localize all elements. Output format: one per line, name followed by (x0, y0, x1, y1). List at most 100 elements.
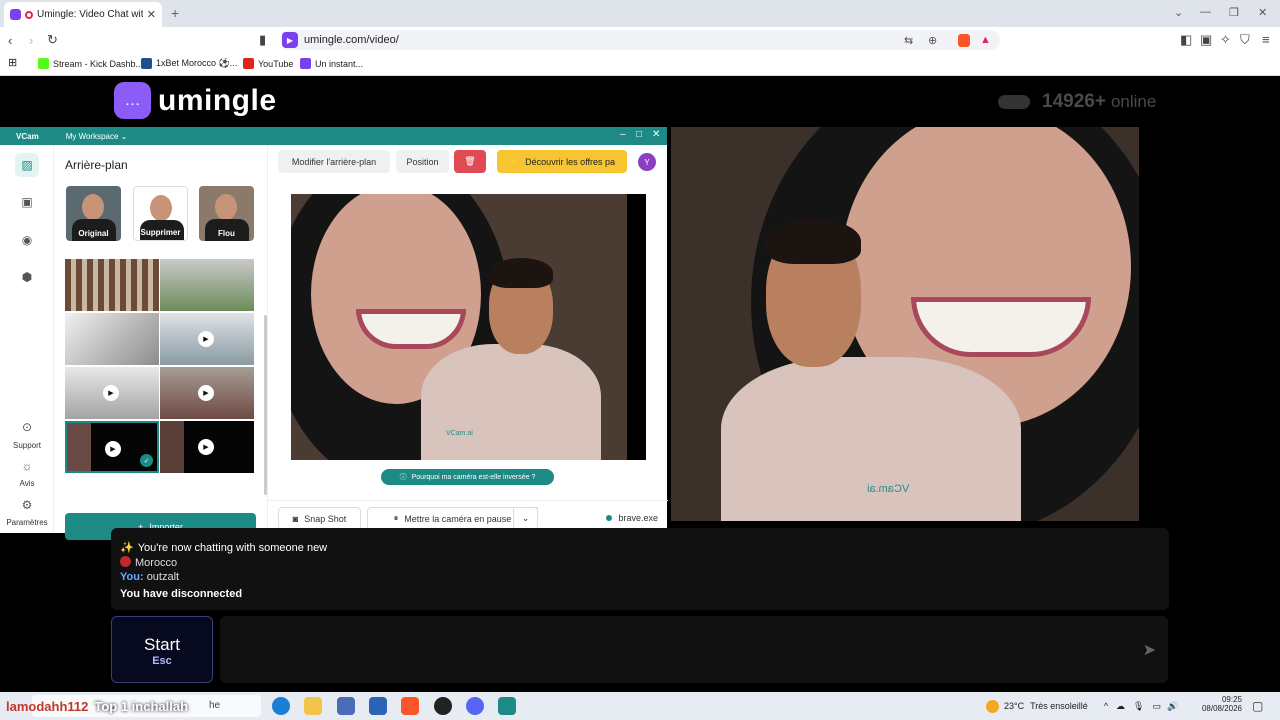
vpn-icon[interactable]: ⛉ (1240, 32, 1250, 48)
brave-taskbar-icon[interactable] (401, 697, 419, 715)
camera-icon: ◙ (292, 513, 299, 524)
wallet-icon[interactable]: ▣ (1200, 32, 1212, 48)
zoom-icon[interactable]: ⊕ (928, 34, 937, 47)
send-icon[interactable]: ➤ (1143, 640, 1156, 660)
tray-chevron-icon[interactable]: ^ (1104, 701, 1108, 711)
video-background-thumb[interactable]: ▶ (160, 313, 254, 365)
start-button[interactable]: Start Esc (111, 616, 213, 683)
mail-icon[interactable] (369, 697, 387, 715)
vcam-main: Modifier l'arrière-plan Position 🗑 ⚡ Déco… (267, 145, 668, 533)
notifications-icon[interactable]: ▢ (1252, 699, 1263, 713)
snapshot-label: Snap Shot (304, 513, 347, 524)
gear-icon[interactable]: ⚙ (15, 497, 39, 513)
vcam-sidebar: ▨ ▣ ◉ ⬢ ⊙ Support ☼ Avis ⚙ Paramètres (0, 145, 54, 533)
option-supprimer[interactable]: Supprimer (133, 186, 188, 241)
browser-tab[interactable]: Umingle: Video Chat with Str ✕ (4, 2, 162, 27)
play-icon: ▶ (105, 441, 121, 457)
background-thumb[interactable] (65, 259, 159, 311)
user-avatar[interactable]: Y (638, 153, 656, 171)
vcam-watermark: VCam.ai (446, 430, 473, 437)
remote-scene: VCam.ai (671, 127, 1139, 521)
vcam-window: VCam My Workspace ⌄ – □ ✕ ▨ ▣ ◉ ⬢ ⊙ Supp… (0, 127, 668, 540)
bookmark-kick[interactable]: Stream - Kick Dashb... (38, 58, 143, 69)
reload-icon[interactable]: ↻ (47, 32, 58, 48)
background-thumb[interactable] (65, 313, 159, 365)
clock[interactable]: 09:25 08/08/2026 (1200, 695, 1242, 713)
camera-tab-icon[interactable]: ◉ (15, 228, 39, 252)
play-icon: ▶ (198, 439, 214, 455)
parametres-link[interactable]: Paramètres (0, 518, 54, 527)
avis-link[interactable]: Avis (0, 479, 54, 488)
back-icon[interactable]: ‹ (8, 33, 12, 48)
brave-shields-icon[interactable] (958, 33, 970, 47)
you-label: You: (120, 571, 144, 583)
bookmark-1xbet[interactable]: 1xBet Morocco ⚽... (141, 58, 237, 69)
why-inverted-link[interactable]: ⓘ Pourquoi ma caméra est-elle inversée ? (381, 469, 554, 485)
option-flou[interactable]: Flou (199, 186, 254, 241)
brave-rewards-icon[interactable]: ▲ (980, 34, 991, 46)
option-original[interactable]: Original (66, 186, 121, 241)
close-window-icon[interactable]: ✕ (1258, 6, 1267, 19)
remote-vcam-watermark: VCam.ai (867, 483, 910, 495)
tab-title: Umingle: Video Chat with Str (37, 9, 143, 20)
close-tab-icon[interactable]: ✕ (147, 8, 156, 21)
pause-options-chevron-icon[interactable]: ⌄ (513, 507, 538, 530)
logo-text: umingle (158, 83, 277, 117)
snapshot-button[interactable]: ◙ Snap Shot (278, 507, 361, 530)
vcam-minimize-icon[interactable]: – (620, 129, 626, 140)
preview-scene: VCam.ai (291, 194, 646, 460)
translate-icon[interactable]: ⇆ (904, 34, 913, 47)
morocco-flag-icon (120, 556, 131, 567)
delete-button[interactable]: 🗑 (454, 150, 486, 173)
new-tab-button[interactable]: + (171, 5, 179, 21)
minimize-icon[interactable]: — (1200, 6, 1211, 18)
video-background-thumb[interactable]: ▶ (160, 367, 254, 419)
option-label: Flou (218, 229, 235, 238)
support-link[interactable]: Support (0, 441, 54, 450)
tag-tab-icon[interactable]: ⬢ (15, 265, 39, 289)
obs-icon[interactable] (434, 697, 452, 715)
url-field[interactable]: ▶ umingle.com/video/ ⇆ ⊕ ▲ (280, 30, 1000, 50)
mic-icon[interactable]: 🎙 (1133, 701, 1144, 712)
bookmark-un-instant[interactable]: Un instant... (300, 58, 363, 69)
lightbulb-icon[interactable]: ☼ (15, 458, 39, 474)
help-icon[interactable]: ⊙ (15, 419, 39, 435)
online-toggle[interactable] (998, 95, 1030, 109)
volume-icon[interactable]: 🔊 (1167, 701, 1178, 712)
cloud-icon[interactable]: ☁ (1116, 701, 1125, 712)
file-explorer-icon[interactable] (304, 697, 322, 715)
forward-icon[interactable]: › (29, 33, 33, 48)
apps-grid-icon[interactable]: ⊞ (8, 56, 17, 69)
menu-icon[interactable]: ≡ (1262, 32, 1270, 47)
umingle-logo[interactable]: … umingle (114, 82, 277, 119)
modify-background-button[interactable]: Modifier l'arrière-plan (278, 150, 390, 173)
video-background-thumb-selected[interactable]: ▶ ✓ (65, 421, 159, 473)
position-button[interactable]: Position (396, 150, 449, 173)
video-background-thumb[interactable]: ▶ (65, 367, 159, 419)
bookmark-youtube[interactable]: YouTube (243, 58, 293, 69)
start-label: Start (144, 635, 180, 654)
play-icon: ▶ (103, 385, 119, 401)
camera-permission-icon[interactable]: ▶ (282, 32, 298, 48)
discord-icon[interactable] (466, 697, 484, 715)
overlay-tab-icon[interactable]: ▣ (15, 190, 39, 214)
restore-icon[interactable]: ❐ (1229, 6, 1239, 19)
background-tab-icon[interactable]: ▨ (15, 153, 39, 177)
chat-log: ✨ You're now chatting with someone new Mo… (111, 528, 1169, 610)
store-icon[interactable] (337, 697, 355, 715)
vcam-maximize-icon[interactable]: □ (636, 129, 642, 140)
offers-button[interactable]: ⚡ Découvrir les offres pa (497, 150, 627, 173)
vcam-taskbar-icon[interactable] (498, 697, 516, 715)
bookmark-icon[interactable]: ▮ (259, 32, 266, 48)
workspace-dropdown[interactable]: My Workspace ⌄ (66, 132, 128, 141)
edge-icon[interactable] (272, 697, 290, 715)
leo-ai-icon[interactable]: ✧ (1220, 32, 1231, 48)
tab-list-chevron-icon[interactable]: ⌄ (1174, 6, 1183, 19)
message-input[interactable]: ➤ (220, 616, 1168, 683)
sidebar-icon[interactable]: ◧ (1180, 32, 1192, 48)
video-background-thumb[interactable]: ▶ (160, 421, 254, 473)
background-thumb[interactable] (160, 259, 254, 311)
camera-preview: VCam.ai (291, 194, 646, 460)
vcam-close-icon[interactable]: ✕ (652, 129, 660, 140)
network-icon[interactable]: ▭ (1152, 701, 1161, 712)
